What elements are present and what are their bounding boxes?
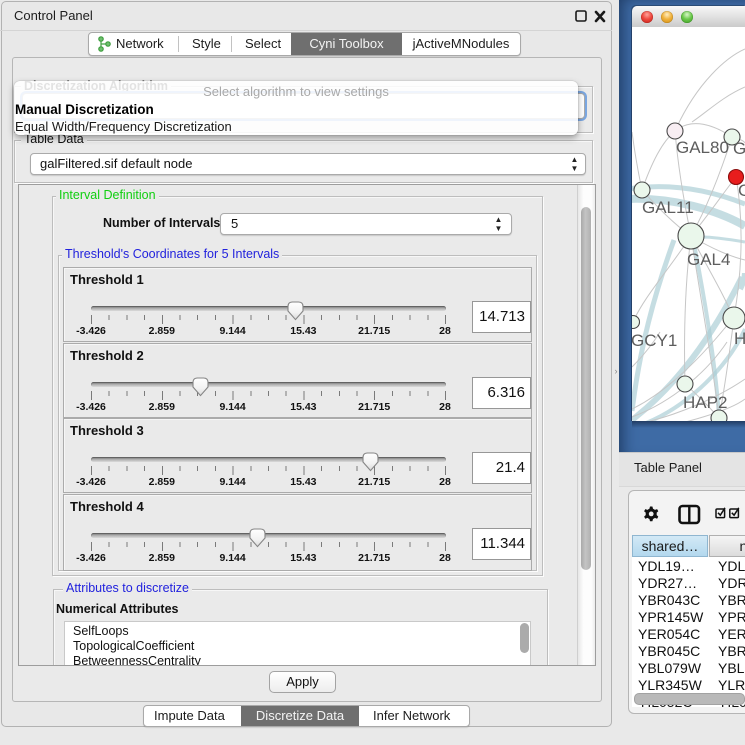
svg-text:GAL4: GAL4 xyxy=(687,250,730,269)
svg-text:HAP2: HAP2 xyxy=(683,393,727,412)
svg-text:GA: GA xyxy=(733,139,745,158)
svg-text:GCY1: GCY1 xyxy=(632,331,677,350)
svg-text:C: C xyxy=(738,181,745,200)
svg-text:GAL11: GAL11 xyxy=(642,198,694,217)
svg-text:HA: HA xyxy=(734,329,745,348)
svg-text:GAL80: GAL80 xyxy=(676,138,729,157)
